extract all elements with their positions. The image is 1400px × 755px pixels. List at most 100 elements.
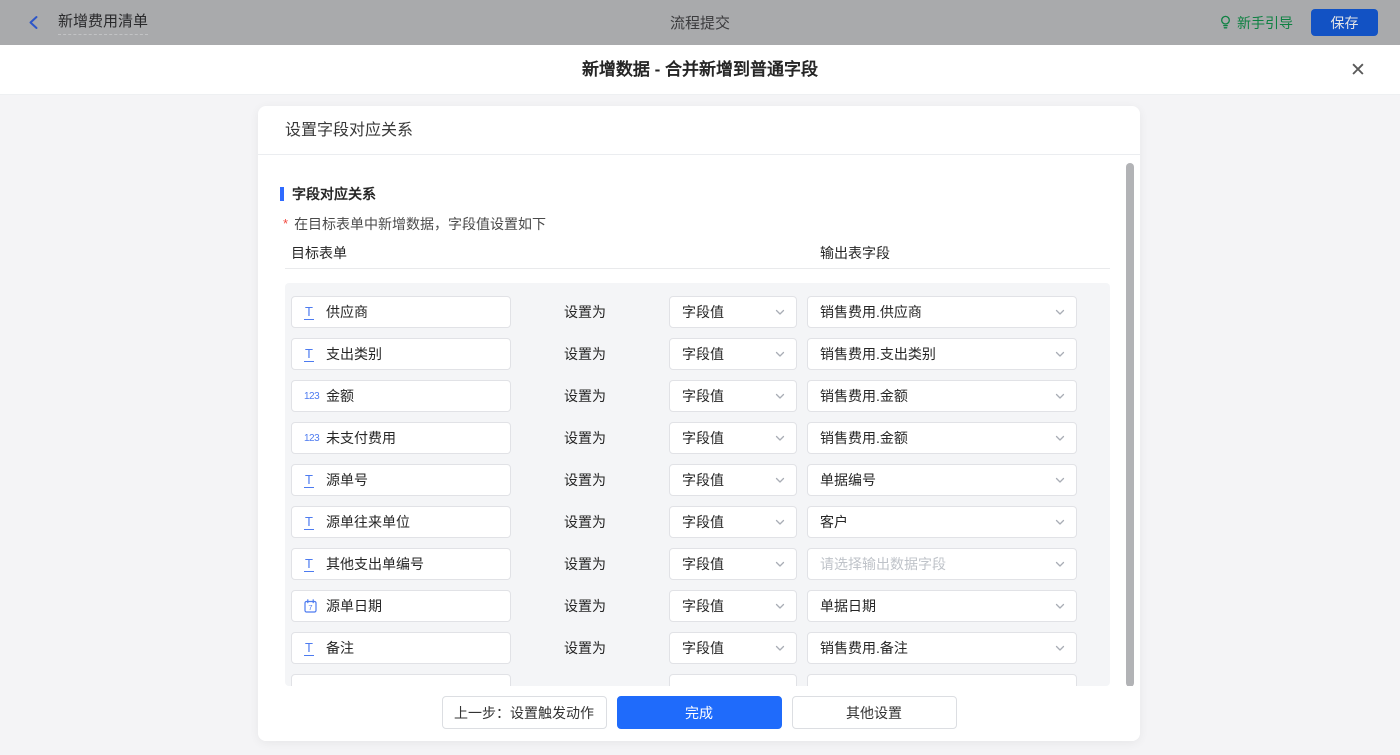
value-mode-value: 字段值 [682,472,724,488]
text-field-icon: T [304,345,314,362]
output-field-select[interactable] [807,674,1077,686]
value-mode-value: 字段值 [682,430,724,446]
value-mode-select[interactable] [669,674,797,686]
target-field-label: 备注 [326,640,354,656]
section-title: 字段对应关系 [280,184,376,204]
chevron-down-icon [1055,477,1065,483]
section-accent-bar [280,187,284,201]
target-field-input[interactable]: T 源单往来单位 [291,506,511,538]
top-bar-center-title: 流程提交 [669,15,730,32]
other-settings-button[interactable]: 其他设置 [791,696,957,729]
column-header-target-form: 目标表单 [291,245,347,261]
screen: 新增费用清单 流程提交 新手引导 保存 新增数据 - 合并新增到普通字段 ✕ 设… [0,0,1400,755]
section-description: * 在目标表单中新增数据，字段值设置如下 [283,214,546,234]
target-field-label: 源单往来单位 [326,514,410,530]
target-field-input[interactable]: 123 金额 [291,380,511,412]
value-mode-value: 字段值 [682,640,724,656]
set-as-label: 设置为 [564,472,606,488]
target-field-input[interactable]: T 源单号 [291,464,511,496]
output-field-select[interactable]: 销售费用.支出类别 [807,338,1077,370]
value-mode-select[interactable]: 字段值 [669,506,797,538]
output-field-select[interactable]: 销售费用.供应商 [807,296,1077,328]
done-button[interactable]: 完成 [616,696,782,729]
text-field-icon: T [304,555,314,572]
target-field-input[interactable]: 7 源单日期 [291,590,511,622]
target-field-input[interactable]: T 备注 [291,632,511,664]
set-as-label: 设置为 [564,388,606,404]
field-mapping-row: T 支出类别 设置为 字段值 销售费用.支出类别 [285,338,1110,370]
section-title-label: 字段对应关系 [292,186,376,202]
chevron-down-icon [775,351,785,357]
output-field-select[interactable]: 请选择输出数据字段 [807,548,1077,580]
output-field-value: 销售费用.供应商 [820,304,922,320]
section-description-text: 在目标表单中新增数据，字段值设置如下 [294,216,547,232]
vertical-scrollbar-thumb[interactable] [1126,163,1134,687]
set-as-label: 设置为 [564,304,606,320]
output-field-value: 客户 [820,514,848,530]
field-mapping-row: 123 未支付费用 设置为 字段值 销售费用.金额 [285,422,1110,454]
text-field-icon: T [304,471,314,488]
chevron-down-icon [775,309,785,315]
field-mapping-row: 7 源单日期 设置为 字段值 单据日期 [285,590,1110,622]
close-icon[interactable]: ✕ [1340,45,1376,95]
text-field-icon: T [304,513,314,530]
chevron-down-icon [775,519,785,525]
set-as-label: 设置为 [564,556,606,572]
set-as-label: 设置为 [564,514,606,530]
top-bar-right: 新手引导 保存 [1219,0,1378,45]
previous-step-button[interactable]: 上一步：设置触发动作 [441,696,607,729]
chevron-down-icon [1055,393,1065,399]
target-field-input[interactable]: T 支出类别 [291,338,511,370]
chevron-down-icon [775,477,785,483]
value-mode-select[interactable]: 字段值 [669,632,797,664]
chevron-down-icon [775,603,785,609]
modal-title: 新增数据 - 合并新增到普通字段 [581,60,819,79]
settings-card: 设置字段对应关系 字段对应关系 * 在目标表单中新增数据，字段值设置如下 目标表… [258,106,1140,741]
target-field-input[interactable]: T 其他支出单编号 [291,548,511,580]
field-mapping-panel: T 供应商 设置为 字段值 销售费用.供应商 T 支出类别 设置为 字段值 销售… [285,283,1110,686]
target-field-label: 供应商 [326,304,368,320]
svg-text:7: 7 [308,603,312,612]
value-mode-select[interactable]: 字段值 [669,590,797,622]
set-as-label: 设置为 [564,346,606,362]
chevron-down-icon [1055,645,1065,651]
field-mapping-row: T 源单往来单位 设置为 字段值 客户 [285,506,1110,538]
date-field-icon: 7 [304,599,326,613]
value-mode-select[interactable]: 字段值 [669,338,797,370]
target-field-input[interactable]: 123 未支付费用 [291,422,511,454]
value-mode-value: 字段值 [682,556,724,572]
output-field-select[interactable]: 销售费用.金额 [807,422,1077,454]
chevron-down-icon [1055,603,1065,609]
value-mode-select[interactable]: 字段值 [669,548,797,580]
chevron-down-icon [1055,561,1065,567]
modal-header: 新增数据 - 合并新增到普通字段 ✕ [0,45,1400,95]
beginner-guide-label: 新手引导 [1237,14,1293,31]
chevron-down-icon [1055,519,1065,525]
value-mode-select[interactable]: 字段值 [669,464,797,496]
target-field-input[interactable]: T 供应商 [291,296,511,328]
number-field-icon: 123 [304,390,320,402]
target-field-label: 源单日期 [326,598,382,614]
output-field-select[interactable]: 单据编号 [807,464,1077,496]
output-field-value: 单据日期 [820,598,876,614]
output-field-select[interactable]: 单据日期 [807,590,1077,622]
field-mapping-row: T 备注 设置为 字段值 销售费用.备注 [285,632,1110,664]
top-bar: 新增费用清单 流程提交 新手引导 保存 [0,0,1400,45]
output-field-select[interactable]: 销售费用.备注 [807,632,1077,664]
value-mode-value: 字段值 [682,598,724,614]
value-mode-select[interactable]: 字段值 [669,296,797,328]
text-field-icon: T [304,639,314,656]
field-mapping-row: 123 金额 设置为 字段值 销售费用.金额 [285,380,1110,412]
field-mapping-row: T 供应商 设置为 字段值 销售费用.供应商 [285,296,1110,328]
card-header-title: 设置字段对应关系 [258,106,1140,155]
number-field-icon: 123 [304,432,320,444]
save-button[interactable]: 保存 [1311,9,1378,36]
value-mode-select[interactable]: 字段值 [669,422,797,454]
chevron-down-icon [775,393,785,399]
value-mode-select[interactable]: 字段值 [669,380,797,412]
beginner-guide-link[interactable]: 新手引导 [1219,13,1293,33]
output-field-select[interactable]: 销售费用.金额 [807,380,1077,412]
set-as-label: 设置为 [564,640,606,656]
target-field-input[interactable] [291,674,511,686]
output-field-select[interactable]: 客户 [807,506,1077,538]
